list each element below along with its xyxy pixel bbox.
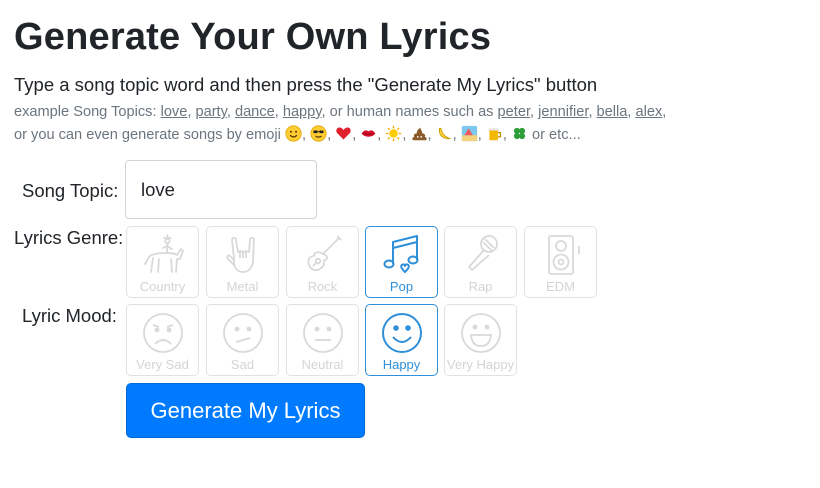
page-title: Generate Your Own Lyrics xyxy=(14,16,492,58)
example-name-jennifier[interactable]: jennifier xyxy=(538,104,588,120)
etc-text: or etc... xyxy=(532,127,581,143)
examples-text: example Song Topics: love, party, dance,… xyxy=(14,104,667,143)
lyric-mood-label: Lyric Mood: xyxy=(22,305,117,326)
mood-label-neutral: Neutral xyxy=(301,357,344,372)
instruction-text: Type a song topic word and then press th… xyxy=(14,74,598,95)
genre-label-pop: Pop xyxy=(389,279,414,294)
human-names-text: , or human names such as xyxy=(321,104,494,120)
rock-hand-icon xyxy=(225,236,255,273)
mood-option-very-happy[interactable]: Very Happy xyxy=(444,304,517,376)
banana-emoji[interactable] xyxy=(436,127,453,143)
example-topic-love[interactable]: love xyxy=(161,104,188,120)
mood-option-sad[interactable]: Sad xyxy=(206,304,279,376)
genre-option-metal[interactable]: Metal xyxy=(206,226,279,298)
neutral-face-icon xyxy=(302,313,343,353)
lyrics-genre-label: Lyrics Genre: xyxy=(14,227,124,248)
beer-emoji[interactable] xyxy=(486,127,503,143)
happy-face-icon xyxy=(381,313,422,353)
genre-option-pop[interactable]: Pop xyxy=(365,226,438,298)
sad-face-icon xyxy=(222,313,263,353)
mood-label-happy: Happy xyxy=(382,357,421,372)
lips-emoji[interactable] xyxy=(360,127,377,143)
genre-option-rap[interactable]: Rap xyxy=(444,226,517,298)
sunglasses-face-emoji[interactable] xyxy=(310,125,327,143)
example-topic-happy[interactable]: happy xyxy=(283,104,322,120)
example-name-bella[interactable]: bella xyxy=(597,104,628,120)
song-topic-label: Song Topic: xyxy=(22,180,119,201)
mood-label-very-happy: Very Happy xyxy=(446,357,515,372)
heart-emoji[interactable] xyxy=(335,127,352,143)
beach-emoji[interactable] xyxy=(461,125,478,143)
guitar-icon xyxy=(306,235,342,272)
genre-option-rock[interactable]: Rock xyxy=(286,226,359,298)
genre-label-rock: Rock xyxy=(307,279,338,294)
genre-option-edm[interactable]: EDM xyxy=(524,226,597,298)
speaker-icon xyxy=(547,235,580,275)
mood-label-sad: Sad xyxy=(230,357,255,372)
microphone-icon xyxy=(467,235,498,271)
mood-label-very-sad: Very Sad xyxy=(136,357,189,372)
example-name-alex[interactable]: alex xyxy=(636,104,663,120)
very-sad-face-icon xyxy=(142,313,183,353)
genre-option-country[interactable]: Country xyxy=(126,226,199,298)
generate-lyrics-button[interactable]: Generate My Lyrics xyxy=(126,383,365,438)
mood-option-happy[interactable]: Happy xyxy=(365,304,438,376)
emoji-intro-text: or you can even generate songs by emoji xyxy=(14,127,281,143)
example-name-peter[interactable]: peter xyxy=(498,104,530,120)
sun-emoji[interactable] xyxy=(385,125,402,143)
genre-label-edm: EDM xyxy=(546,279,575,294)
genre-label-metal: Metal xyxy=(226,279,259,294)
genre-label-country: Country xyxy=(139,279,186,294)
genre-label-rap: Rap xyxy=(468,279,493,294)
very-happy-face-icon xyxy=(460,313,501,353)
poop-emoji[interactable] xyxy=(411,127,428,143)
music-notes-icon xyxy=(383,235,418,273)
examples-prefix: example Song Topics: xyxy=(14,104,157,120)
mood-option-very-sad[interactable]: Very Sad xyxy=(126,304,199,376)
four-leaf-clover-emoji[interactable] xyxy=(511,127,528,143)
example-topic-dance[interactable]: dance xyxy=(235,104,275,120)
mood-option-neutral[interactable]: Neutral xyxy=(286,304,359,376)
smiling-face-emoji[interactable] xyxy=(285,125,302,143)
cowboy-horse-icon xyxy=(143,234,184,273)
example-topic-party[interactable]: party xyxy=(195,104,226,120)
song-topic-input[interactable] xyxy=(125,160,317,219)
